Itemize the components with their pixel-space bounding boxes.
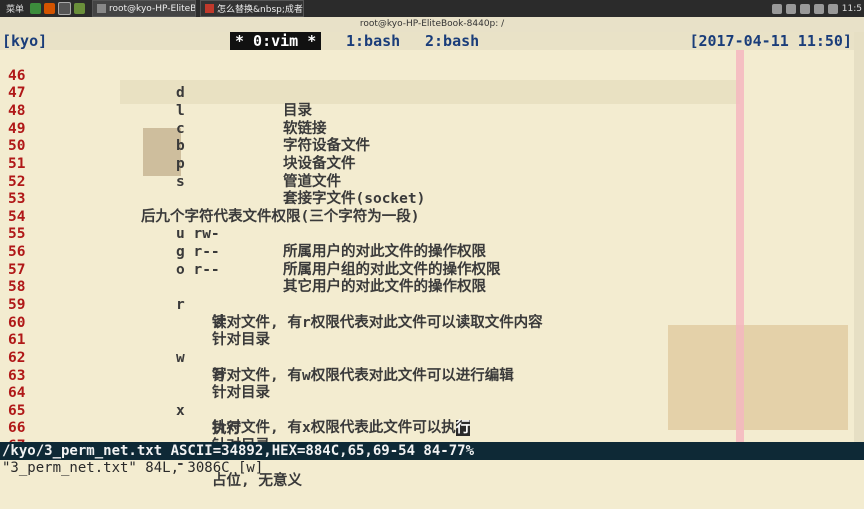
buffer-line: 60 针对目录 (0, 297, 864, 349)
buffer-line: 59 针对文件, 有r权限代表对此文件可以读取文件内容 (0, 279, 864, 331)
user-icon[interactable] (771, 3, 782, 14)
task-terminal[interactable]: root@kyo-HP-EliteB... (92, 0, 197, 17)
folder-icon[interactable] (74, 3, 86, 14)
buffer-line: 54 u rw- 所属用户的对此文件的操作权限 (0, 191, 864, 260)
buffer-line: 65 针对文件, 有x权限代表此文件可以执行 (0, 385, 864, 437)
tmux-window-vim[interactable]: * 0:vim * (230, 32, 322, 50)
buffer-line: 50 p 管道文件 (0, 121, 864, 189)
buffer-line: 67 - 占位, 无意义 (0, 420, 864, 489)
buffer-line: 46 d 目录 (0, 50, 864, 119)
tmux-datetime: [2017-04-11 11:50] (689, 32, 852, 50)
buffer-line: 64 x 执行 (0, 368, 864, 436)
task-label: 怎么替换&nbsp;成者... (217, 5, 305, 15)
buffer-line: 53 后九个字符代表文件权限(三个字符为一段) (0, 173, 864, 225)
tmux-session: [kyo] (2, 32, 48, 50)
buffer-line: 48 c 字符设备文件 (0, 85, 864, 154)
bluetooth-icon[interactable] (813, 3, 824, 14)
tmux-window-bash-2[interactable]: 2:bash (425, 32, 479, 50)
firefox-icon[interactable] (44, 3, 56, 14)
buffer-line: 58 r 读 (0, 262, 864, 330)
buffer-line: 52 (0, 156, 864, 190)
window-title: root@kyo-HP-EliteBook-8440p: / (0, 17, 864, 32)
vim-command-line[interactable]: "3_perm_net.txt" 84L, 3086C [w] (0, 460, 864, 480)
show-desktop-icon[interactable] (30, 3, 42, 14)
system-tray: 11:5 (771, 0, 862, 17)
system-taskbar: 菜单 root@kyo-HP-EliteB... 怎么替换&nbsp;成者...… (0, 0, 864, 17)
browser-task-icon (205, 4, 215, 13)
buffer-line: 55 g r-- 所属用户组的对此文件的操作权限 (0, 209, 864, 277)
task-label: root@kyo-HP-EliteB... (109, 3, 197, 14)
terminal-icon[interactable] (58, 2, 72, 15)
tmux-statusbar: [kyo] * 0:vim * 1:bash 2:bash [2017-04-1… (0, 32, 864, 50)
app-menu-button[interactable]: 菜单 (0, 2, 30, 15)
buffer-line: 62 针对文件, 有w权限代表对此文件可以进行编辑 (0, 332, 864, 384)
buffer-line: 56 o r-- 其它用户的对此文件的操作权限 (0, 226, 864, 295)
buffer-line: 47 l 软链接 (0, 68, 864, 136)
battery-icon[interactable] (827, 3, 838, 14)
tmux-window-bash-1[interactable]: 1:bash (346, 32, 400, 50)
buffer-line: 49 b 块设备文件 (0, 103, 864, 172)
buffer-line: 66 针对目录 (0, 403, 864, 454)
buffer-line: 51 s 套接字文件(socket) (0, 138, 864, 207)
buffer-line: 63 针对目录 (0, 350, 864, 402)
volume-icon[interactable] (799, 3, 810, 14)
task-browser[interactable]: 怎么替换&nbsp;成者... (200, 0, 305, 17)
network-icon[interactable] (785, 3, 796, 14)
buffer-line: 57 (0, 244, 864, 278)
clock[interactable]: 11:5 (842, 4, 862, 14)
vim-statusline: /kyo/3_perm_net.txt ASCII=34892,HEX=884C… (0, 442, 864, 460)
terminal-task-icon (97, 4, 107, 13)
vim-buffer[interactable]: 46 d 目录 47 l 软链接 48 c 字符设备文件 49 b 块设备文件 … (0, 50, 864, 490)
buffer-line: 61 w 写 (0, 315, 864, 383)
